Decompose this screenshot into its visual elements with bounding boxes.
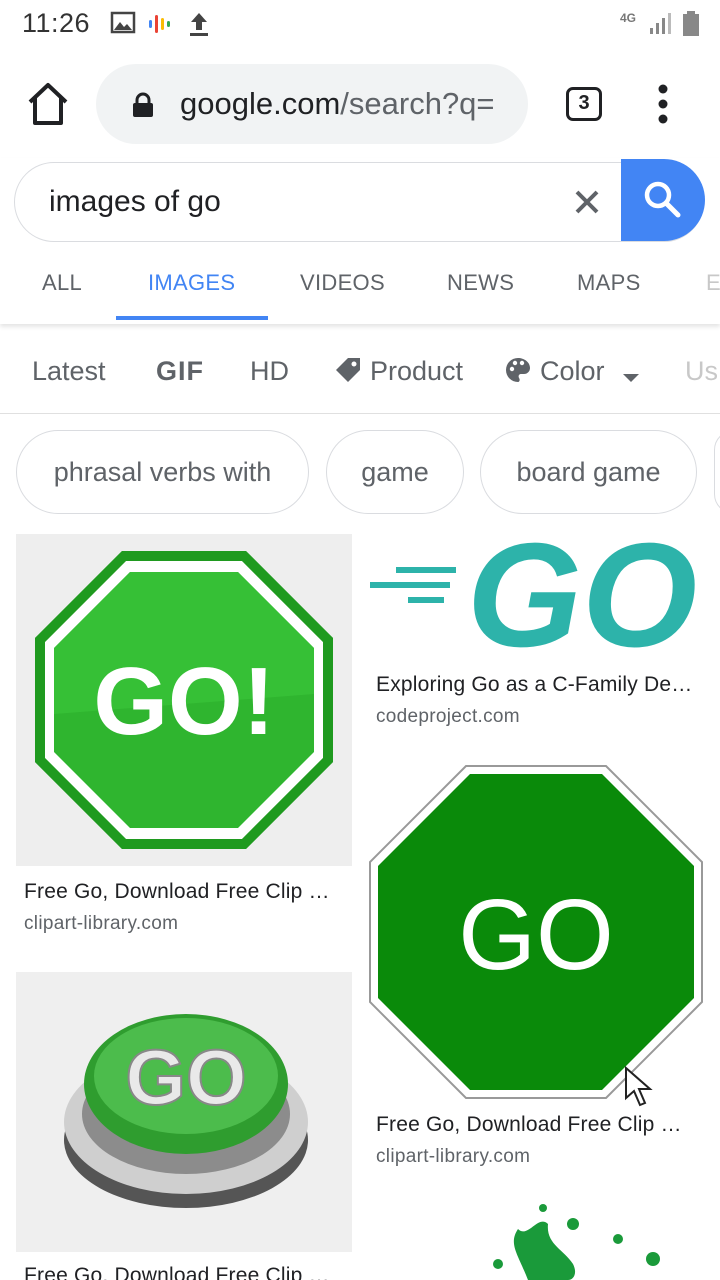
active-tab-indicator (116, 316, 268, 320)
lock-icon (132, 92, 154, 123)
search-box[interactable]: images of go (14, 159, 705, 242)
close-icon (575, 190, 599, 214)
more-vert-icon (658, 84, 668, 124)
tab-maps[interactable]: MAPS (577, 270, 641, 296)
dropdown-icon (622, 360, 640, 391)
chip-phrasal-verbs[interactable]: phrasal verbs with (16, 430, 309, 514)
search-icon (644, 181, 681, 218)
filter-gif[interactable]: GIF (156, 356, 204, 387)
url-host: google.com (180, 86, 341, 121)
chip-game[interactable]: game (326, 430, 464, 514)
result-1-source[interactable]: clipart-library.com (24, 913, 178, 935)
palette-icon (504, 356, 532, 391)
url-text: google.com/search?q= (180, 86, 520, 122)
result-2-title[interactable]: Exploring Go as a C-Family De… (376, 673, 692, 697)
filter-usage[interactable]: Us (685, 356, 718, 387)
signal-icon (648, 10, 672, 41)
result-image-2[interactable]: GO (368, 534, 704, 658)
image-filters: Latest GIF HD Product Color Us (0, 330, 720, 414)
image-icon (110, 10, 136, 41)
browser-toolbar: google.com/search?q= 3 (0, 50, 720, 158)
search-input[interactable]: images of go (49, 185, 221, 219)
tab-all[interactable]: ALL (42, 270, 82, 296)
result-1-image-text: GO! (93, 648, 274, 755)
filter-hd[interactable]: HD (250, 356, 289, 387)
search-button[interactable] (621, 159, 705, 241)
result-2-image-text: GO (467, 534, 697, 658)
tab-images[interactable]: IMAGES (148, 270, 235, 296)
chip-board-game[interactable]: board game (480, 430, 697, 514)
result-3-title[interactable]: Free Go, Download Free Clip … (376, 1113, 682, 1137)
home-button[interactable] (22, 80, 74, 128)
result-3-source[interactable]: clipart-library.com (376, 1146, 530, 1168)
tab-videos[interactable]: VIDEOS (300, 270, 385, 296)
clear-search-button[interactable] (570, 185, 604, 219)
result-image-1[interactable]: GO! (16, 534, 352, 866)
result-image-4[interactable]: GO (16, 972, 352, 1252)
mouse-cursor-icon (624, 1065, 654, 1113)
status-time: 11:26 (22, 8, 91, 38)
podcast-icon (146, 10, 174, 43)
address-bar[interactable]: google.com/search?q= (96, 64, 528, 144)
result-4-title[interactable]: Free Go, Download Free Clip … (24, 1264, 330, 1280)
result-image-5[interactable] (368, 1204, 704, 1280)
tab-news[interactable]: NEWS (447, 270, 514, 296)
overflow-menu-button[interactable] (650, 82, 676, 126)
filter-product-label: Product (370, 356, 464, 386)
network-type: 4G (620, 11, 637, 25)
home-icon (28, 83, 68, 125)
filter-latest[interactable]: Latest (32, 356, 106, 387)
battery-icon (682, 10, 700, 43)
status-bar: 11:26 4G (0, 0, 720, 50)
search-tabs: ALL IMAGES VIDEOS NEWS MAPS E (0, 258, 720, 322)
result-1-title[interactable]: Free Go, Download Free Clip … (24, 880, 330, 904)
upload-icon (186, 10, 212, 43)
tab-switcher-button[interactable]: 3 (566, 87, 602, 121)
result-4-image-text: GO (125, 1033, 246, 1121)
url-path: /search?q= (340, 86, 495, 121)
result-3-image-text: GO (458, 879, 614, 991)
chip-more[interactable] (714, 430, 720, 514)
tag-icon (334, 356, 362, 391)
filter-color[interactable]: Color (504, 356, 640, 391)
result-2-source[interactable]: codeproject.com (376, 706, 520, 728)
filter-color-label: Color (540, 356, 605, 386)
google-search-header: images of go ALL IMAGES VIDEOS NEWS MAPS… (0, 158, 720, 324)
result-image-3[interactable]: GO (368, 764, 704, 1100)
tab-more[interactable]: E (706, 270, 720, 296)
filter-product[interactable]: Product (334, 356, 463, 391)
